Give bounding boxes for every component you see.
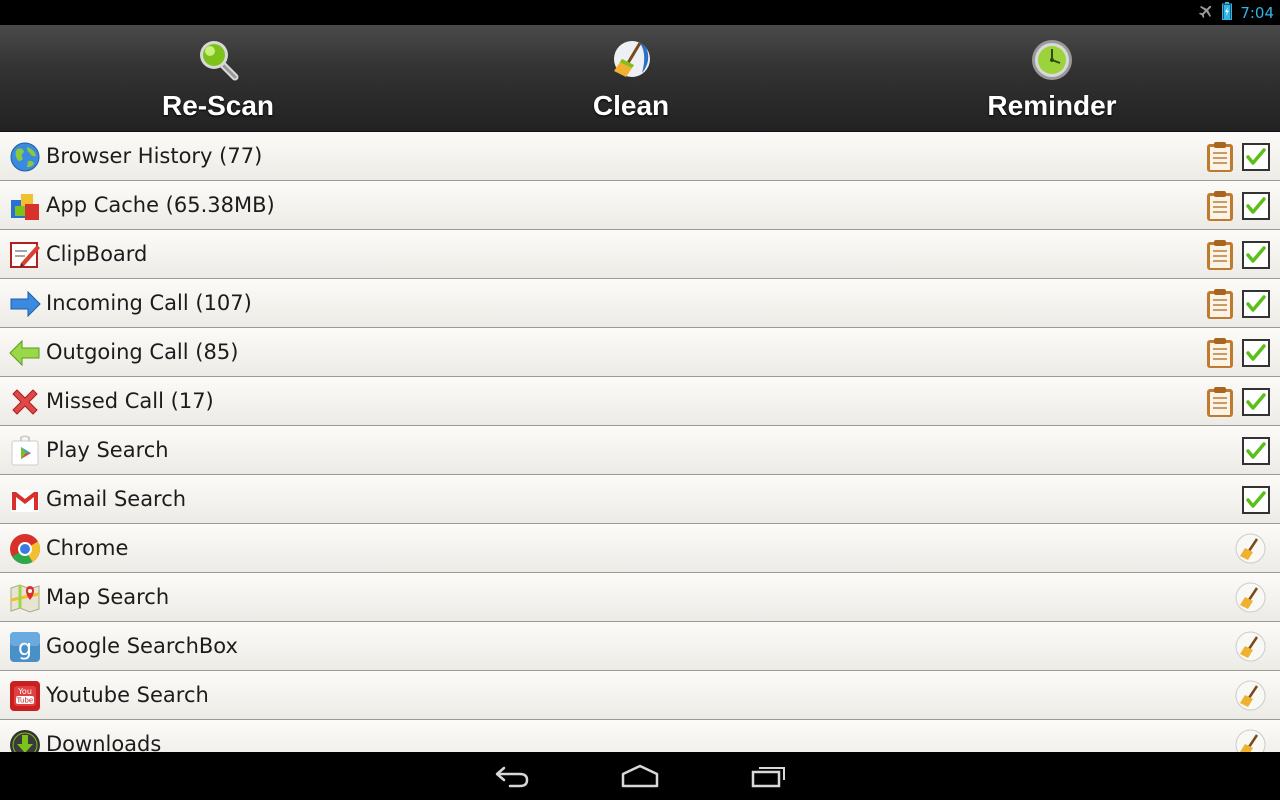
list-item-label: Google SearchBox (46, 634, 238, 658)
maps-icon (9, 582, 41, 614)
recent-apps-icon[interactable] (751, 762, 787, 794)
checkbox-checked[interactable] (1242, 241, 1270, 269)
list-item-youtube-search[interactable]: You Tube Youtube Search (0, 671, 1280, 720)
broom-icon (608, 25, 654, 87)
details-clipboard-icon[interactable] (1206, 386, 1234, 418)
rescan-label: Re-Scan (161, 90, 275, 121)
list-item-downloads[interactable]: Downloads (0, 720, 1280, 752)
checkbox-checked[interactable] (1242, 192, 1270, 220)
magnifier-icon (195, 25, 241, 87)
details-clipboard-icon[interactable] (1206, 288, 1234, 320)
back-icon[interactable] (494, 762, 530, 794)
cleanable-items-list: Browser History (77) App Cache (65.38MB)… (0, 132, 1280, 752)
clean-button[interactable]: Clean (531, 25, 731, 132)
list-item-label: Youtube Search (46, 683, 209, 707)
arrow-right-icon (9, 288, 41, 320)
list-item-label: Gmail Search (46, 487, 187, 511)
list-item-label: ClipBoard (46, 242, 148, 266)
list-item-label: Chrome (46, 536, 129, 560)
list-item-chrome[interactable]: Chrome (0, 524, 1280, 573)
list-item-google-searchbox[interactable]: g Google SearchBox (0, 622, 1280, 671)
clean-broom-icon[interactable] (1235, 582, 1266, 613)
list-item-browser-history[interactable]: Browser History (77) (0, 132, 1280, 181)
details-clipboard-icon[interactable] (1206, 141, 1234, 173)
navigation-bar (0, 752, 1280, 800)
list-item-label: Map Search (46, 585, 170, 609)
svg-text:You: You (17, 687, 32, 696)
clean-broom-icon[interactable] (1235, 533, 1266, 564)
clean-broom-icon[interactable] (1235, 680, 1266, 711)
checkbox-checked[interactable] (1242, 290, 1270, 318)
checkbox-checked[interactable] (1242, 339, 1270, 367)
globe-icon (9, 141, 41, 173)
list-item-label: Incoming Call (107) (46, 291, 252, 315)
checkbox-checked[interactable] (1242, 388, 1270, 416)
youtube-icon: You Tube (9, 680, 41, 712)
list-item-outgoing-call[interactable]: Outgoing Call (85) (0, 328, 1280, 377)
list-item-map-search[interactable]: Map Search (0, 573, 1280, 622)
download-icon (9, 729, 41, 752)
details-clipboard-icon[interactable] (1206, 337, 1234, 369)
clean-broom-icon[interactable] (1235, 631, 1266, 662)
clock-icon (1029, 25, 1075, 87)
red-x-icon (9, 386, 41, 418)
checkbox-checked[interactable] (1242, 437, 1270, 465)
arrow-left-icon (9, 337, 41, 369)
clean-broom-icon[interactable] (1235, 729, 1266, 752)
list-item-label: Browser History (77) (46, 144, 263, 168)
details-clipboard-icon[interactable] (1206, 190, 1234, 222)
chrome-icon (9, 533, 41, 565)
gmail-icon (9, 484, 41, 516)
status-time: 7:04 (1240, 3, 1274, 22)
rescan-button[interactable]: Re-Scan (118, 25, 318, 132)
checkbox-checked[interactable] (1242, 486, 1270, 514)
reminder-button[interactable]: Reminder (952, 25, 1152, 132)
play-store-icon (9, 435, 41, 467)
list-item-play-search[interactable]: Play Search (0, 426, 1280, 475)
list-item-clipboard[interactable]: ClipBoard (0, 230, 1280, 279)
list-item-missed-call[interactable]: Missed Call (17) (0, 377, 1280, 426)
list-item-label: Play Search (46, 438, 169, 462)
details-clipboard-icon[interactable] (1206, 239, 1234, 271)
home-icon[interactable] (621, 762, 659, 794)
clipboard-pencil-icon (9, 239, 41, 271)
google-search-icon: g (9, 631, 41, 663)
svg-text:Tube: Tube (16, 697, 33, 705)
list-item-label: Downloads (46, 732, 162, 752)
list-item-incoming-call[interactable]: Incoming Call (107) (0, 279, 1280, 328)
status-bar: 7:04 (0, 0, 1280, 25)
list-item-gmail-search[interactable]: Gmail Search (0, 475, 1280, 524)
clean-label: Clean (592, 90, 670, 121)
list-item-app-cache[interactable]: App Cache (65.38MB) (0, 181, 1280, 230)
list-item-label: Outgoing Call (85) (46, 340, 239, 364)
list-item-label: Missed Call (17) (46, 389, 214, 413)
svg-text:g: g (18, 636, 32, 661)
checkbox-checked[interactable] (1242, 143, 1270, 171)
battery-charging-icon (1222, 1, 1233, 24)
list-item-label: App Cache (65.38MB) (46, 193, 275, 217)
reminder-label: Reminder (987, 90, 1117, 121)
status-indicators: 7:04 (1198, 1, 1274, 24)
airplane-icon (1198, 3, 1214, 23)
app-cache-icon (9, 190, 41, 222)
toolbar: Re-Scan Clean Reminder (0, 25, 1280, 132)
